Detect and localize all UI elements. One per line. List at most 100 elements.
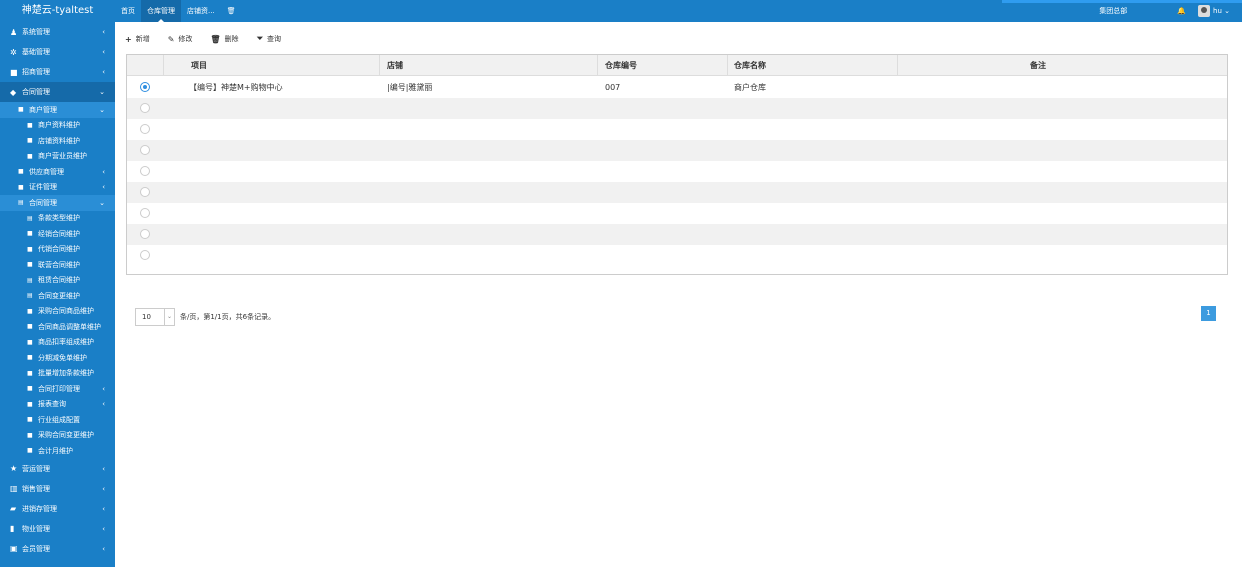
cell-code: 007: [605, 83, 621, 92]
sidebar-item-purchase-change[interactable]: ■ 采购合同变更维护: [0, 428, 115, 444]
table-row[interactable]: [127, 182, 1227, 203]
query-button[interactable]: ⏷ 查询: [257, 34, 281, 44]
tab-warehouse[interactable]: 仓库管理: [141, 0, 181, 22]
table-row[interactable]: [127, 161, 1227, 182]
sidebar-item-batch-clause[interactable]: ■ 批量增加条款维护: [0, 366, 115, 382]
tab-home[interactable]: 首页: [115, 0, 141, 22]
sidebar-item-label: 商户管理: [29, 105, 57, 114]
sidebar-item-goods-adjust[interactable]: ■ 合同商品调整单维护: [0, 319, 115, 335]
chevron-left-icon: ‹: [102, 504, 105, 513]
column-header-note[interactable]: 备注: [1030, 55, 1046, 76]
column-divider: [379, 55, 380, 76]
sidebar-item-operations[interactable]: ★ 营运管理 ‹: [0, 459, 115, 479]
row-radio[interactable]: [140, 229, 150, 239]
sidebar-item-merchant-info[interactable]: ■ 商户资料维护: [0, 118, 115, 134]
sidebar-item-label: 店铺资料维护: [38, 136, 80, 145]
row-radio[interactable]: [140, 208, 150, 218]
sidebar-group-merchant[interactable]: ■ 商户管理 ⌄: [0, 102, 115, 118]
sidebar-group-certificate[interactable]: ■ 证件管理 ‹: [0, 180, 115, 196]
avatar[interactable]: [1198, 5, 1211, 17]
list-icon: ■: [27, 261, 33, 269]
list-icon: ■: [27, 354, 33, 362]
sidebar-item-leasing[interactable]: ■ 招商管理 ‹: [0, 62, 115, 82]
sidebar-group-supplier[interactable]: ■ 供应商管理 ‹: [0, 164, 115, 180]
user-name[interactable]: hu: [1213, 7, 1222, 15]
sidebar-item-contract-print[interactable]: ■ 合同打印管理 ‹: [0, 381, 115, 397]
chevron-left-icon: ‹: [102, 464, 105, 473]
sidebar-item-discount-rate[interactable]: ■ 商品扣率组成维护: [0, 335, 115, 351]
column-header-name[interactable]: 仓库名称: [734, 55, 766, 76]
trash-icon: 🗑: [210, 34, 221, 44]
sidebar-item-joint-contract[interactable]: ■ 联营合同维护: [0, 257, 115, 273]
chevron-left-icon: ‹: [102, 68, 105, 76]
sidebar-item-system[interactable]: ♟ 系统管理 ‹: [0, 22, 115, 42]
sidebar-item-merchant-staff[interactable]: ■ 商户营业员维护: [0, 149, 115, 165]
sidebar-item-shop-info[interactable]: ■ 店铺资料维护: [0, 133, 115, 149]
page-size-select[interactable]: 10 ⌄: [135, 308, 175, 326]
bell-icon[interactable]: 🔔: [1177, 7, 1186, 15]
sidebar-item-installment-waiver[interactable]: ■ 分期减免单维护: [0, 350, 115, 366]
table-row[interactable]: [127, 224, 1227, 245]
row-radio[interactable]: [140, 250, 150, 260]
table-row[interactable]: [127, 203, 1227, 224]
table-row[interactable]: 【编号】神楚M+购物中心 |编号|雅黛丽 007 商户仓库: [127, 77, 1227, 98]
table-row[interactable]: [127, 140, 1227, 161]
row-radio[interactable]: [140, 166, 150, 176]
org-name[interactable]: 集团总部: [1099, 6, 1127, 16]
chevron-left-icon: ‹: [102, 400, 105, 409]
sidebar-item-label: 营运管理: [22, 464, 50, 473]
sidebar-item-member[interactable]: ▣ 会员管理 ‹: [0, 539, 115, 559]
book-icon: ■: [10, 67, 18, 77]
sidebar-item-sales[interactable]: ▥ 销售管理 ‹: [0, 479, 115, 499]
sidebar-item-accounting-month[interactable]: ■ 会计月维护: [0, 443, 115, 459]
sidebar-item-distribution-contract[interactable]: ■ 经销合同维护: [0, 226, 115, 242]
vip-icon: ▣: [10, 544, 18, 553]
table-row[interactable]: [127, 119, 1227, 140]
column-header-code[interactable]: 仓库编号: [605, 55, 637, 76]
trash-icon[interactable]: 🗑: [221, 0, 242, 22]
document-icon: ▤: [18, 199, 24, 207]
sidebar-item-contract-change[interactable]: ▤ 合同变更维护: [0, 288, 115, 304]
sidebar-item-label: 代销合同维护: [38, 245, 80, 254]
sidebar-group-contract[interactable]: ▤ 合同管理 ⌄: [0, 195, 115, 211]
sidebar-item-purchase-goods[interactable]: ■ 采购合同商品维护: [0, 304, 115, 320]
page-button-1[interactable]: 1: [1201, 306, 1216, 321]
edit-button[interactable]: ✎ 修改: [168, 34, 193, 44]
row-radio[interactable]: [140, 187, 150, 197]
sidebar-item-label: 采购合同商品维护: [38, 307, 94, 316]
sidebar-item-label: 会计月维护: [38, 446, 73, 455]
sidebar-item-clause-type[interactable]: ▤ 条款类型维护: [0, 211, 115, 227]
user-icon: ♟: [10, 27, 18, 37]
sidebar-item-property[interactable]: ▮ 物业管理 ‹: [0, 519, 115, 539]
sidebar-item-inventory[interactable]: ▰ 进销存管理 ‹: [0, 499, 115, 519]
edit-icon: ✎: [167, 34, 175, 44]
table-row[interactable]: [127, 245, 1227, 266]
column-header-project[interactable]: 项目: [191, 55, 207, 76]
sidebar-item-label: 销售管理: [22, 484, 50, 493]
list-icon: ■: [27, 307, 33, 315]
list-icon: ■: [27, 447, 33, 455]
table-row[interactable]: [127, 98, 1227, 119]
delete-button[interactable]: 🗑 删除: [210, 34, 238, 44]
sidebar-item-consignment-contract[interactable]: ■ 代销合同维护: [0, 242, 115, 258]
row-radio[interactable]: [140, 145, 150, 155]
sidebar-item-lease-contract[interactable]: ▤ 租赁合同维护: [0, 273, 115, 289]
add-button[interactable]: + 新增: [125, 34, 150, 44]
column-header-shop[interactable]: 店铺: [387, 55, 403, 76]
sidebar-item-basic[interactable]: ✲ 基础管理 ‹: [0, 42, 115, 62]
gear-icon: ✲: [10, 47, 17, 57]
list-icon: ■: [27, 431, 33, 439]
row-radio[interactable]: [140, 82, 150, 92]
chevron-down-icon[interactable]: ⌄: [1222, 7, 1230, 15]
list-icon: ■: [27, 416, 33, 424]
row-radio[interactable]: [140, 124, 150, 134]
app-logo-title: 神楚云-tyaltest: [21, 5, 94, 16]
sidebar-item-contract[interactable]: ◆ 合同管理 ⌄: [0, 82, 115, 102]
sidebar-item-label: 商户资料维护: [38, 121, 80, 130]
sidebar-item-label: 分期减免单维护: [38, 353, 87, 362]
sidebar-item-industry-config[interactable]: ■ 行业组成配置: [0, 412, 115, 428]
row-radio[interactable]: [140, 103, 150, 113]
sidebar-item-label: 合同管理: [29, 198, 57, 207]
sidebar-item-report-query[interactable]: ■ 报表查询 ‹: [0, 397, 115, 413]
tab-shop[interactable]: 店铺资...: [181, 0, 221, 22]
